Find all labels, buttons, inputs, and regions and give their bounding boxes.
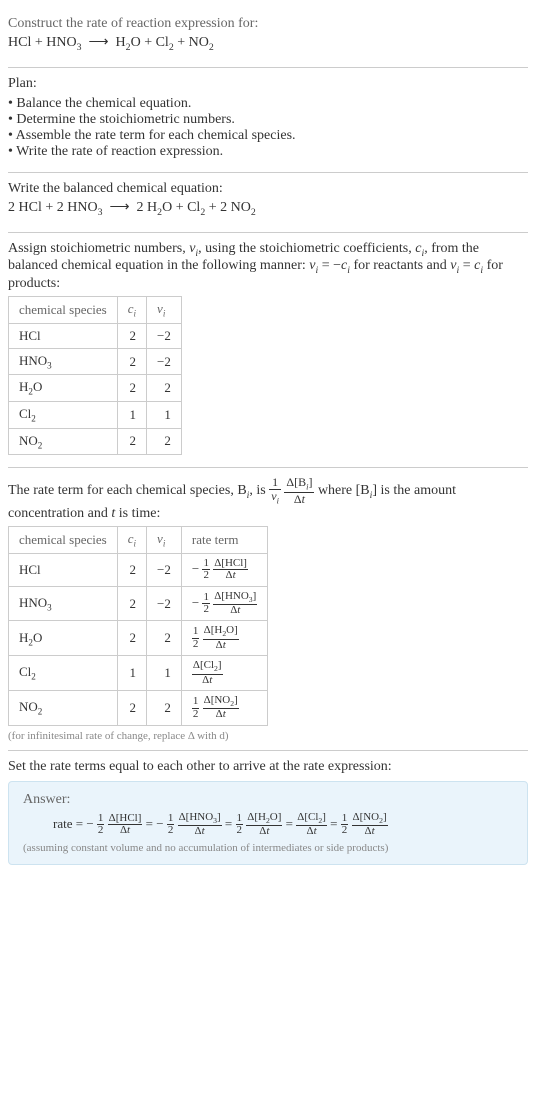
plan-section: Plan: Balance the chemical equation. Det…: [8, 68, 528, 172]
cell-species: Cl2: [9, 656, 118, 691]
cell-nui: 1: [147, 401, 182, 428]
rate-terms-footnote: (for infinitesimal rate of change, repla…: [8, 730, 528, 742]
stoich-section: Assign stoichiometric numbers, νi, using…: [8, 233, 528, 468]
cell-ci: 2: [117, 621, 146, 656]
cell-species: HNO3: [9, 348, 118, 375]
table-row: Cl211Δ[Cl2]Δt: [9, 656, 268, 691]
cell-species: HNO3: [9, 586, 118, 621]
cell-species: H2O: [9, 621, 118, 656]
col-species: chemical species: [9, 526, 118, 553]
col-rate-term: rate term: [181, 526, 267, 553]
table-row: HCl2−2− 12 Δ[HCl]Δt: [9, 553, 268, 586]
table-row: NO22212 Δ[NO2]Δt: [9, 691, 268, 726]
final-section: Set the rate terms equal to each other t…: [8, 751, 528, 873]
plan-title: Plan:: [8, 76, 528, 92]
col-nui: νi: [147, 526, 182, 553]
cell-species: Cl2: [9, 401, 118, 428]
table-row: HNO32−2− 12 Δ[HNO3]Δt: [9, 586, 268, 621]
cell-rate-term: 12 Δ[H2O]Δt: [181, 621, 267, 656]
table-row: H2O2212 Δ[H2O]Δt: [9, 621, 268, 656]
rate-terms-section: The rate term for each chemical species,…: [8, 468, 528, 750]
plan-item: Assemble the rate term for each chemical…: [8, 128, 528, 144]
problem-header: Construct the rate of reaction expressio…: [8, 8, 528, 67]
cell-species: NO2: [9, 428, 118, 455]
plan-item: Determine the stoichiometric numbers.: [8, 112, 528, 128]
table-row: Cl211: [9, 401, 182, 428]
cell-ci: 2: [117, 586, 146, 621]
balanced-section: Write the balanced chemical equation: 2 …: [8, 173, 528, 232]
col-nui: νi: [147, 297, 182, 324]
plan-item: Write the rate of reaction expression.: [8, 144, 528, 160]
plan-item: Balance the chemical equation.: [8, 96, 528, 112]
cell-nui: 1: [147, 656, 182, 691]
table-row: NO222: [9, 428, 182, 455]
rate-expression: rate = − 12 Δ[HCl]Δt = − 12 Δ[HNO3]Δt = …: [53, 812, 513, 838]
cell-ci: 2: [117, 375, 146, 402]
cell-rate-term: Δ[Cl2]Δt: [181, 656, 267, 691]
cell-nui: 2: [147, 375, 182, 402]
balanced-intro: Write the balanced chemical equation:: [8, 181, 528, 197]
col-species: chemical species: [9, 297, 118, 324]
cell-nui: 2: [147, 691, 182, 726]
final-intro: Set the rate terms equal to each other t…: [8, 759, 528, 775]
problem-prompt: Construct the rate of reaction expressio…: [8, 16, 528, 32]
stoich-table: chemical species ci νi HCl2−2 HNO32−2 H2…: [8, 296, 182, 455]
cell-nui: 2: [147, 428, 182, 455]
cell-nui: −2: [147, 348, 182, 375]
col-ci: ci: [117, 526, 146, 553]
table-header-row: chemical species ci νi rate term: [9, 526, 268, 553]
balanced-equation: 2 HCl + 2 HNO3 ⟶ 2 H2O + Cl2 + 2 NO2: [8, 199, 528, 218]
plan-list: Balance the chemical equation. Determine…: [8, 96, 528, 160]
cell-ci: 2: [117, 428, 146, 455]
cell-rate-term: 12 Δ[NO2]Δt: [181, 691, 267, 726]
cell-ci: 2: [117, 691, 146, 726]
cell-ci: 2: [117, 553, 146, 586]
answer-box: Answer: rate = − 12 Δ[HCl]Δt = − 12 Δ[HN…: [8, 781, 528, 865]
cell-nui: 2: [147, 621, 182, 656]
stoich-intro: Assign stoichiometric numbers, νi, using…: [8, 241, 528, 293]
col-ci: ci: [117, 297, 146, 324]
cell-nui: −2: [147, 323, 182, 348]
answer-label: Answer:: [23, 792, 513, 808]
cell-ci: 1: [117, 656, 146, 691]
cell-species: HCl: [9, 323, 118, 348]
table-header-row: chemical species ci νi: [9, 297, 182, 324]
cell-ci: 1: [117, 401, 146, 428]
cell-nui: −2: [147, 586, 182, 621]
rate-terms-intro: The rate term for each chemical species,…: [8, 476, 528, 522]
cell-nui: −2: [147, 553, 182, 586]
cell-species: NO2: [9, 691, 118, 726]
cell-species: H2O: [9, 375, 118, 402]
table-row: H2O22: [9, 375, 182, 402]
cell-ci: 2: [117, 323, 146, 348]
table-row: HNO32−2: [9, 348, 182, 375]
cell-species: HCl: [9, 553, 118, 586]
answer-note: (assuming constant volume and no accumul…: [23, 842, 513, 854]
table-row: HCl2−2: [9, 323, 182, 348]
cell-rate-term: − 12 Δ[HNO3]Δt: [181, 586, 267, 621]
cell-ci: 2: [117, 348, 146, 375]
rate-terms-table: chemical species ci νi rate term HCl2−2−…: [8, 526, 268, 726]
cell-rate-term: − 12 Δ[HCl]Δt: [181, 553, 267, 586]
unbalanced-equation: HCl + HNO3 ⟶ H2O + Cl2 + NO2: [8, 34, 528, 53]
